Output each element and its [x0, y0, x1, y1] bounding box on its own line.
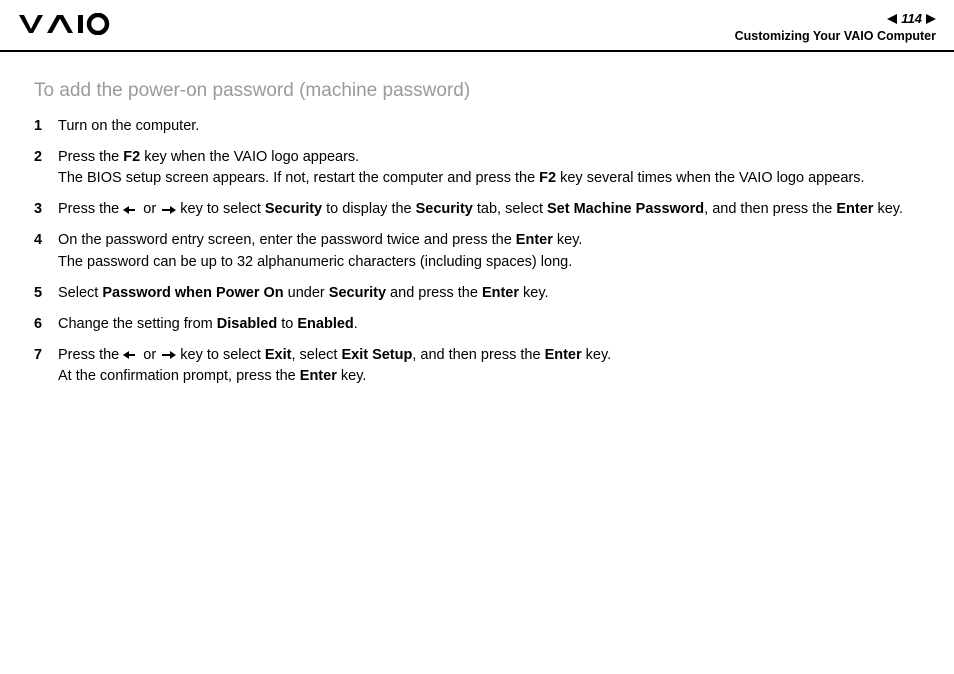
text: key. [553, 232, 583, 248]
step-line: Select Password when Power On under Secu… [58, 283, 920, 304]
text: . [354, 316, 358, 332]
text: to [277, 316, 297, 332]
text: Select [58, 285, 102, 301]
step-body: Press the or key to select Security to d… [58, 199, 920, 220]
text: or [139, 201, 160, 217]
content: To add the power-on password (machine pa… [0, 52, 954, 386]
text: key. [582, 347, 612, 363]
step-line: Press the or key to select Security to d… [58, 199, 920, 220]
text: or [139, 347, 160, 363]
left-arrow-icon [123, 350, 139, 360]
text: key when the VAIO logo appears. [140, 149, 359, 165]
text: key to select [176, 347, 265, 363]
bold-text: Security [416, 201, 473, 217]
vaio-logo-svg [18, 13, 128, 35]
step-line: Turn on the computer. [58, 116, 920, 137]
step-number: 1 [34, 116, 58, 137]
text: The BIOS setup screen appears. If not, r… [58, 170, 539, 186]
step-item: 3Press the or key to select Security to … [34, 199, 920, 220]
step-line: Press the or key to select Exit, select … [58, 345, 920, 366]
page-header: 114 Customizing Your VAIO Computer [0, 0, 954, 52]
text: key to select [176, 201, 265, 217]
text: The password can be up to 32 alphanumeri… [58, 254, 572, 270]
text: Turn on the computer. [58, 118, 199, 134]
step-item: 2Press the F2 key when the VAIO logo app… [34, 147, 920, 189]
text: and press the [386, 285, 482, 301]
step-line: At the confirmation prompt, press the En… [58, 366, 920, 387]
left-arrow-icon [123, 205, 139, 215]
step-number: 4 [34, 230, 58, 251]
step-line: The BIOS setup screen appears. If not, r… [58, 168, 920, 189]
bold-text: Exit Setup [341, 347, 412, 363]
bold-text: Exit [265, 347, 292, 363]
step-item: 4On the password entry screen, enter the… [34, 230, 920, 272]
text: under [284, 285, 329, 301]
step-line: On the password entry screen, enter the … [58, 230, 920, 251]
steps-list: 1Turn on the computer.2Press the F2 key … [34, 116, 920, 386]
bold-text: Enter [836, 201, 873, 217]
step-number: 7 [34, 345, 58, 366]
bold-text: F2 [123, 149, 140, 165]
prev-page-icon[interactable] [887, 14, 897, 24]
step-item: 1Turn on the computer. [34, 116, 920, 137]
bold-text: Disabled [217, 316, 277, 332]
bold-text: Security [265, 201, 322, 217]
bold-text: Set Machine Password [547, 201, 704, 217]
text: to display the [322, 201, 416, 217]
step-body: Select Password when Power On under Secu… [58, 283, 920, 304]
step-line: Press the F2 key when the VAIO logo appe… [58, 147, 920, 168]
text: At the confirmation prompt, press the [58, 368, 300, 384]
right-arrow-icon [160, 205, 176, 215]
bold-text: F2 [539, 170, 556, 186]
text: Press the [58, 149, 123, 165]
step-body: Press the F2 key when the VAIO logo appe… [58, 147, 920, 189]
step-item: 5Select Password when Power On under Sec… [34, 283, 920, 304]
step-number: 2 [34, 147, 58, 168]
step-line: Change the setting from Disabled to Enab… [58, 314, 920, 335]
text: , select [291, 347, 341, 363]
bold-text: Enabled [297, 316, 353, 332]
header-right: 114 Customizing Your VAIO Computer [735, 10, 936, 44]
page-nav: 114 [735, 10, 936, 28]
step-item: 6Change the setting from Disabled to Ena… [34, 314, 920, 335]
bold-text: Security [329, 285, 386, 301]
text: , and then press the [412, 347, 544, 363]
bold-text: Enter [516, 232, 553, 248]
section-title: To add the power-on password (machine pa… [34, 80, 920, 102]
text: Press the [58, 347, 123, 363]
step-body: Press the or key to select Exit, select … [58, 345, 920, 387]
text: key. [519, 285, 549, 301]
text: tab, select [473, 201, 547, 217]
vaio-logo [18, 10, 128, 38]
step-body: Turn on the computer. [58, 116, 920, 137]
step-body: On the password entry screen, enter the … [58, 230, 920, 272]
page-number: 114 [901, 10, 922, 28]
step-body: Change the setting from Disabled to Enab… [58, 314, 920, 335]
bold-text: Enter [300, 368, 337, 384]
text: On the password entry screen, enter the … [58, 232, 516, 248]
text: , and then press the [704, 201, 836, 217]
step-line: The password can be up to 32 alphanumeri… [58, 252, 920, 273]
step-item: 7Press the or key to select Exit, select… [34, 345, 920, 387]
step-number: 6 [34, 314, 58, 335]
next-page-icon[interactable] [926, 14, 936, 24]
bold-text: Enter [482, 285, 519, 301]
text: key. [873, 201, 903, 217]
breadcrumb: Customizing Your VAIO Computer [735, 28, 936, 45]
text: key several times when the VAIO logo app… [556, 170, 864, 186]
right-arrow-icon [160, 350, 176, 360]
bold-text: Enter [545, 347, 582, 363]
text: Change the setting from [58, 316, 217, 332]
bold-text: Password when Power On [102, 285, 283, 301]
step-number: 3 [34, 199, 58, 220]
text: key. [337, 368, 367, 384]
step-number: 5 [34, 283, 58, 304]
text: Press the [58, 201, 123, 217]
